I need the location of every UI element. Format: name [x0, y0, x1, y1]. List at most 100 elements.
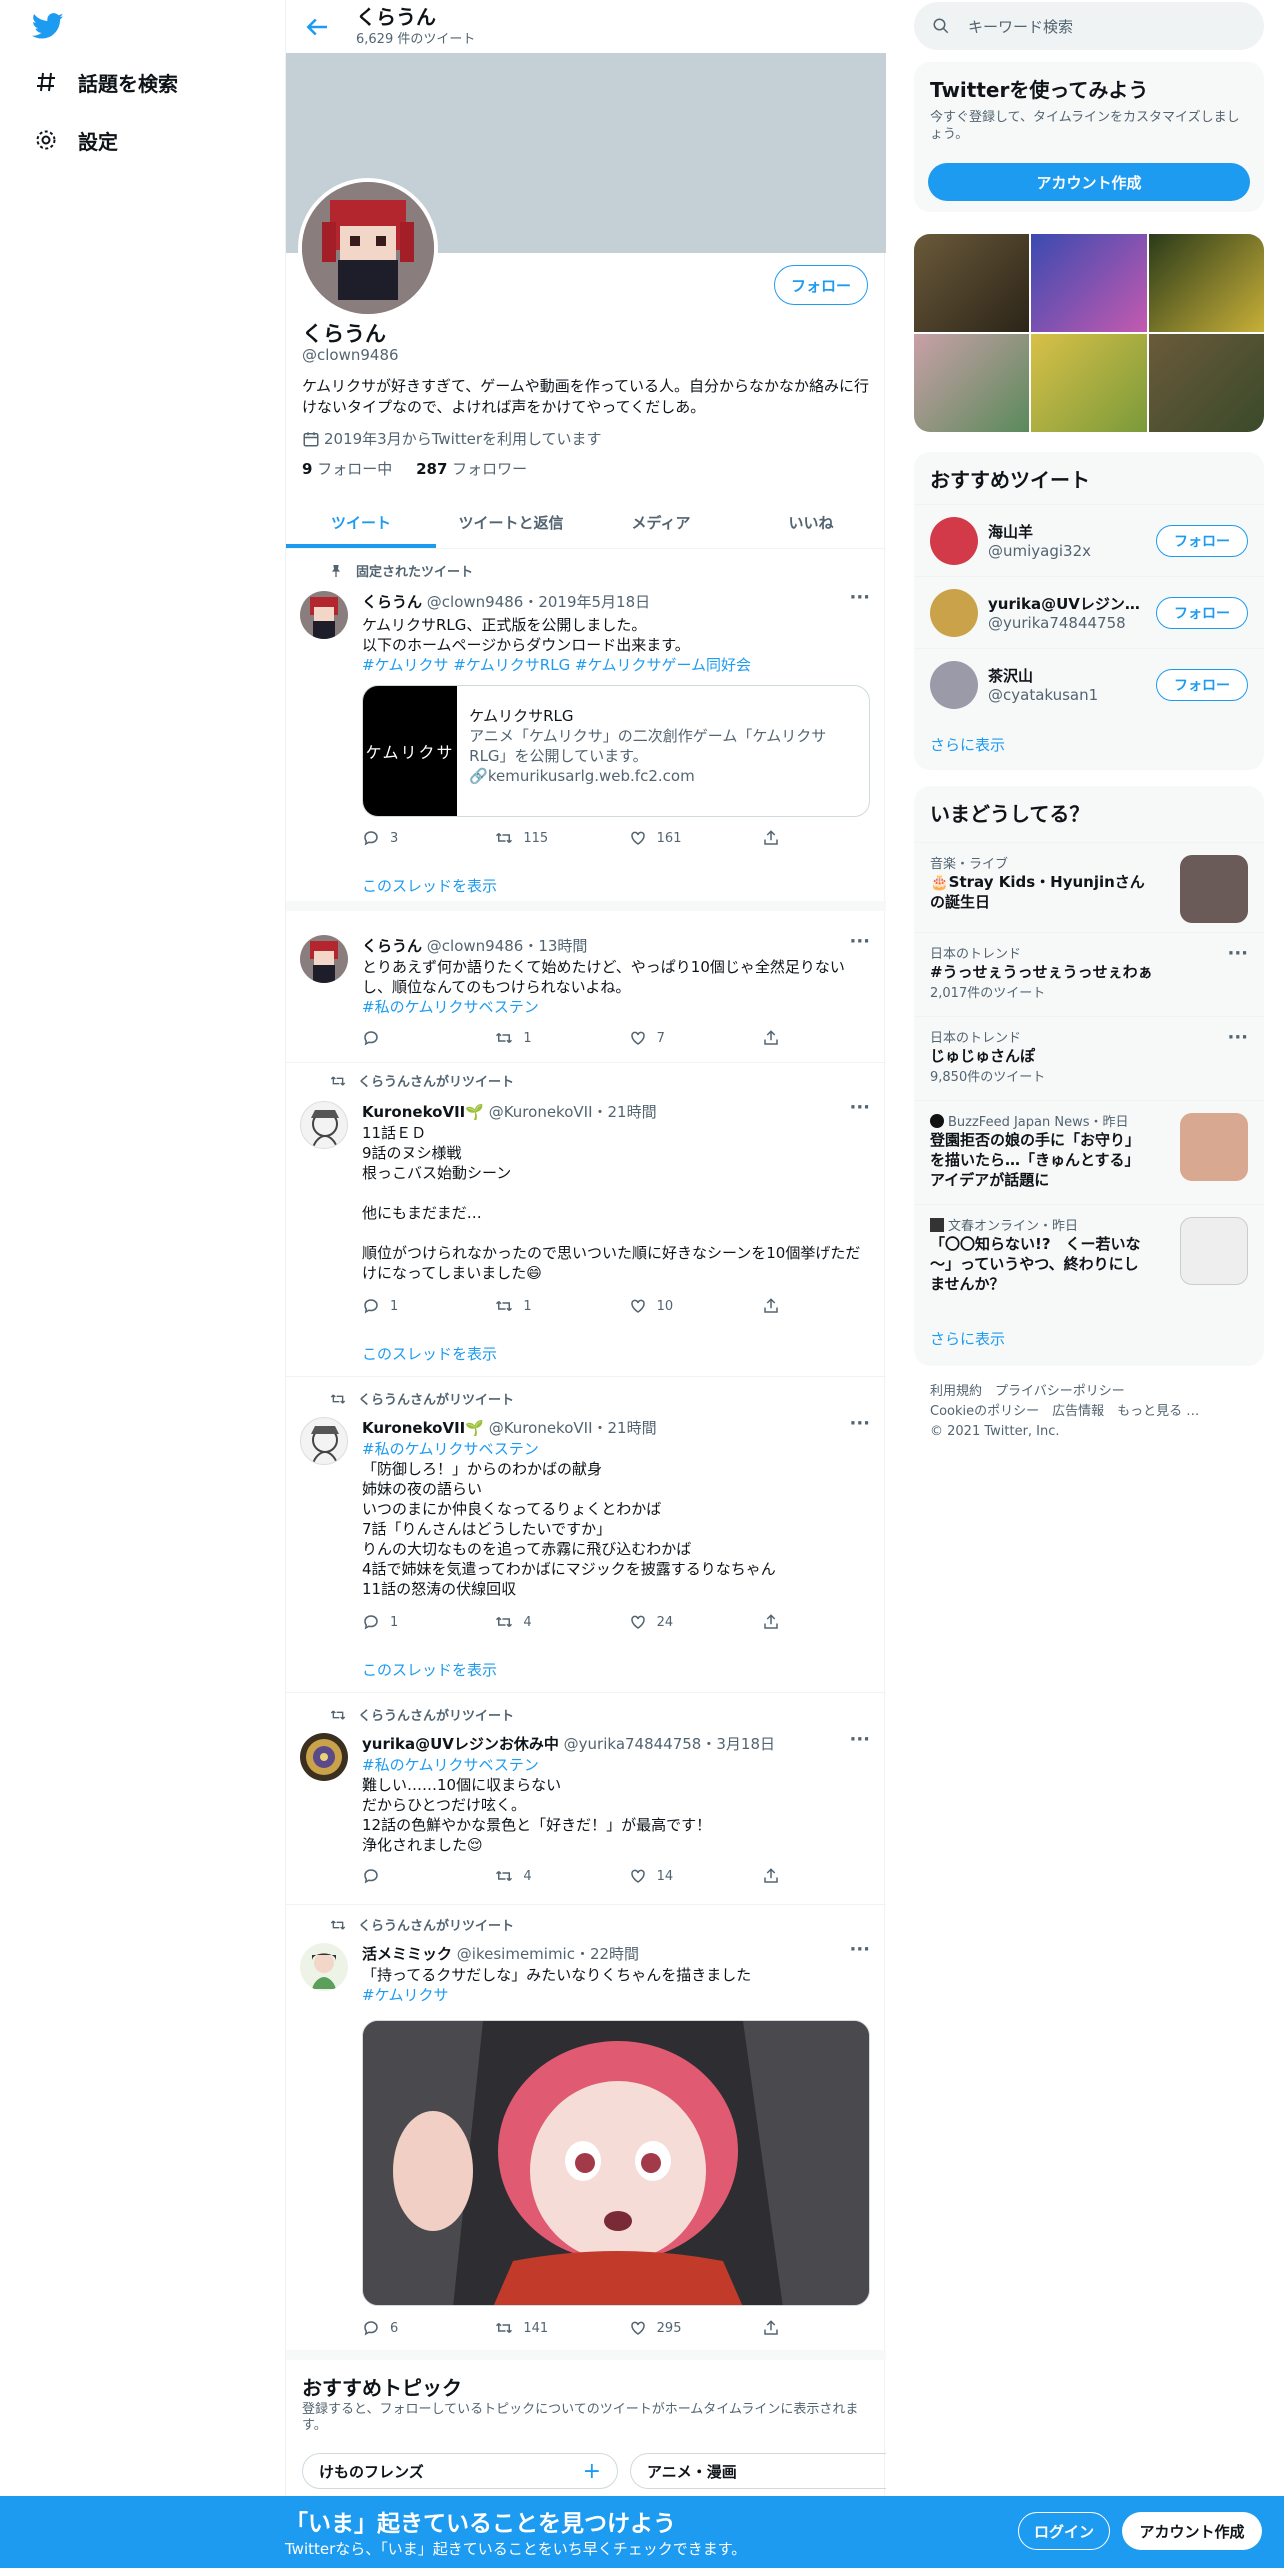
back-arrow-icon[interactable] — [302, 12, 332, 42]
tweet-pinned[interactable]: 固定されたツイート くらうん @clown9486・2019年5月18日 ···… — [286, 549, 886, 911]
tweet-avatar[interactable] — [300, 935, 348, 983]
reply-button[interactable]: 1 — [362, 1613, 462, 1631]
like-button[interactable]: 295 — [629, 2319, 729, 2337]
trend-item[interactable]: BuzzFeed Japan News・昨日 登園拒否の娘の手に「お守り」を描い… — [914, 1100, 1264, 1204]
tweet-author-name[interactable]: くらうん — [362, 937, 422, 955]
create-account-button[interactable]: アカウント作成 — [928, 163, 1250, 201]
tweet-author-name[interactable]: KuronekoVII🌱 — [362, 1419, 484, 1437]
login-button[interactable]: ログイン — [1018, 2512, 1110, 2550]
retweet-button[interactable]: 4 — [495, 1613, 595, 1631]
followers-link[interactable]: 287 フォロワー — [416, 460, 527, 478]
reply-button[interactable] — [362, 1029, 462, 1047]
share-button[interactable] — [762, 2319, 792, 2337]
suggested-user[interactable]: 海山羊 @umiyagi32x フォロー — [914, 504, 1264, 576]
show-thread-link[interactable]: このスレッドを表示 — [362, 1343, 497, 1364]
twitter-logo-icon[interactable] — [30, 10, 66, 42]
link-card[interactable]: ケムリクサ ケムリクサRLG アニメ「ケムリクサ」の二次創作ゲーム「ケムリクサR… — [362, 685, 870, 817]
tweet-avatar[interactable] — [300, 1417, 348, 1465]
tweet-retweeted[interactable]: くらうんさんがリツイート yurika@UVレジンお休み中 @yurika748… — [286, 1693, 886, 1905]
show-thread-link[interactable]: このスレッドを表示 — [362, 1659, 497, 1680]
tweet-avatar[interactable] — [300, 1943, 348, 1991]
trend-item[interactable]: 日本のトレンド じゅじゅさんぽ 9,850件のツイート ··· — [914, 1016, 1264, 1100]
tab-media[interactable]: メディア — [586, 496, 736, 548]
show-more-link[interactable]: さらに表示 — [930, 734, 1005, 755]
retweet-button[interactable]: 1 — [495, 1029, 595, 1047]
user-avatar[interactable] — [930, 516, 978, 565]
tweet-image[interactable] — [362, 2020, 870, 2306]
tab-likes[interactable]: いいね — [736, 496, 886, 548]
nav-settings[interactable]: 設定 — [34, 120, 118, 160]
reply-button[interactable]: 3 — [362, 829, 462, 847]
tweet-author-name[interactable]: 活メミミック — [362, 1945, 452, 1963]
like-button[interactable]: 24 — [629, 1613, 729, 1631]
nav-explore[interactable]: 話題を検索 — [34, 62, 178, 102]
like-button[interactable]: 7 — [629, 1029, 729, 1047]
share-button[interactable] — [762, 1867, 792, 1885]
tweet-author-name[interactable]: KuronekoVII🌱 — [362, 1103, 484, 1121]
trend-item[interactable]: 日本のトレンド #うっせぇうっせぇうっせぇわぁ 2,017件のツイート ··· — [914, 932, 1264, 1016]
reply-button[interactable]: 6 — [362, 2319, 462, 2337]
follow-button[interactable]: フォロー — [1156, 596, 1248, 629]
media-thumb[interactable] — [1031, 234, 1147, 332]
tweet-author-name[interactable]: yurika@UVレジンお休み中 — [362, 1735, 559, 1753]
tweet-retweeted[interactable]: くらうんさんがリツイート KuronekoVII🌱 @KuronekoVII・2… — [286, 1063, 886, 1377]
more-icon[interactable]: ··· — [849, 1413, 870, 1434]
trend-item[interactable]: 文春オンライン・昨日 「〇〇知らない!? くー若いな～」っていうやつ、終わりにし… — [914, 1204, 1264, 1316]
show-thread-link[interactable]: このスレッドを表示 — [362, 875, 497, 896]
tweet-author-name[interactable]: くらうん — [362, 593, 422, 611]
like-button[interactable]: 161 — [629, 829, 729, 847]
register-button[interactable]: アカウント作成 — [1122, 2512, 1262, 2550]
tweet-hashtags[interactable]: #私のケムリクサベステン — [362, 1439, 870, 1459]
tweet-hashtags[interactable]: #私のケムリクサベステン — [362, 1755, 870, 1775]
retweet-button[interactable]: 141 — [495, 2319, 595, 2337]
tweet[interactable]: くらうん @clown9486・13時間 ··· とりあえず何か語りたくて始めた… — [286, 921, 886, 1063]
user-avatar[interactable] — [930, 588, 978, 637]
more-icon[interactable]: ··· — [1227, 1027, 1248, 1048]
more-icon[interactable]: ··· — [849, 931, 870, 952]
retweet-button[interactable]: 115 — [495, 829, 595, 847]
profile-avatar[interactable] — [298, 178, 438, 318]
media-thumb[interactable] — [914, 334, 1030, 432]
plus-icon[interactable]: + — [583, 2459, 601, 2484]
retweet-button[interactable]: 4 — [495, 1867, 595, 1885]
topic-pill[interactable]: アニメ・漫画 — [630, 2453, 886, 2489]
footer-links-2[interactable]: Cookieのポリシー 広告情報 もっと見る … — [930, 1402, 1250, 1422]
tab-tweets[interactable]: ツイート — [286, 496, 436, 548]
reply-button[interactable]: 1 — [362, 1297, 462, 1315]
more-icon[interactable]: ··· — [849, 587, 870, 608]
more-icon[interactable]: ··· — [1227, 943, 1248, 964]
tweet-hashtags[interactable]: #ケムリクサ — [362, 1985, 870, 2005]
tweet-avatar[interactable] — [300, 591, 348, 639]
tab-tweets-replies[interactable]: ツイートと返信 — [436, 496, 586, 548]
media-thumb[interactable] — [914, 234, 1030, 332]
follow-button[interactable]: フォロー — [774, 265, 868, 305]
share-button[interactable] — [762, 1029, 792, 1047]
like-button[interactable]: 14 — [629, 1867, 729, 1885]
topic-pill[interactable]: けものフレンズ + — [302, 2453, 618, 2489]
search-box[interactable]: キーワード検索 — [914, 2, 1264, 50]
media-thumb[interactable] — [1031, 334, 1147, 432]
suggested-user[interactable]: yurika@UVレジンお... @yurika74844758 フォロー — [914, 576, 1264, 648]
tweet-hashtags[interactable]: #ケムリクサ #ケムリクサRLG #ケムリクサゲーム同好会 — [362, 655, 870, 675]
footer-links-1[interactable]: 利用規約 プライバシーポリシー — [930, 1382, 1250, 1402]
reply-button[interactable] — [362, 1867, 462, 1885]
tweet-retweeted[interactable]: くらうんさんがリツイート KuronekoVII🌱 @KuronekoVII・2… — [286, 1377, 886, 1693]
follow-button[interactable]: フォロー — [1156, 668, 1248, 701]
following-link[interactable]: 9 フォロー中 — [302, 460, 392, 478]
tweet-avatar[interactable] — [300, 1101, 348, 1149]
show-more-link[interactable]: さらに表示 — [930, 1328, 1005, 1349]
user-avatar[interactable] — [930, 660, 978, 709]
more-icon[interactable]: ··· — [849, 1097, 870, 1118]
trend-item[interactable]: 音楽・ライブ 🎂Stray Kids・Hyunjinさんの誕生日 — [914, 842, 1264, 932]
follow-button[interactable]: フォロー — [1156, 524, 1248, 557]
tweet-hashtags[interactable]: #私のケムリクサベステン — [362, 997, 870, 1017]
more-icon[interactable]: ··· — [849, 1939, 870, 1960]
media-thumb[interactable] — [1148, 234, 1264, 332]
tweet-avatar[interactable] — [300, 1733, 348, 1781]
share-button[interactable] — [762, 1613, 792, 1631]
like-button[interactable]: 10 — [629, 1297, 729, 1315]
share-button[interactable] — [762, 829, 792, 847]
share-button[interactable] — [762, 1297, 792, 1315]
media-thumb[interactable] — [1148, 334, 1264, 432]
more-icon[interactable]: ··· — [849, 1729, 870, 1750]
